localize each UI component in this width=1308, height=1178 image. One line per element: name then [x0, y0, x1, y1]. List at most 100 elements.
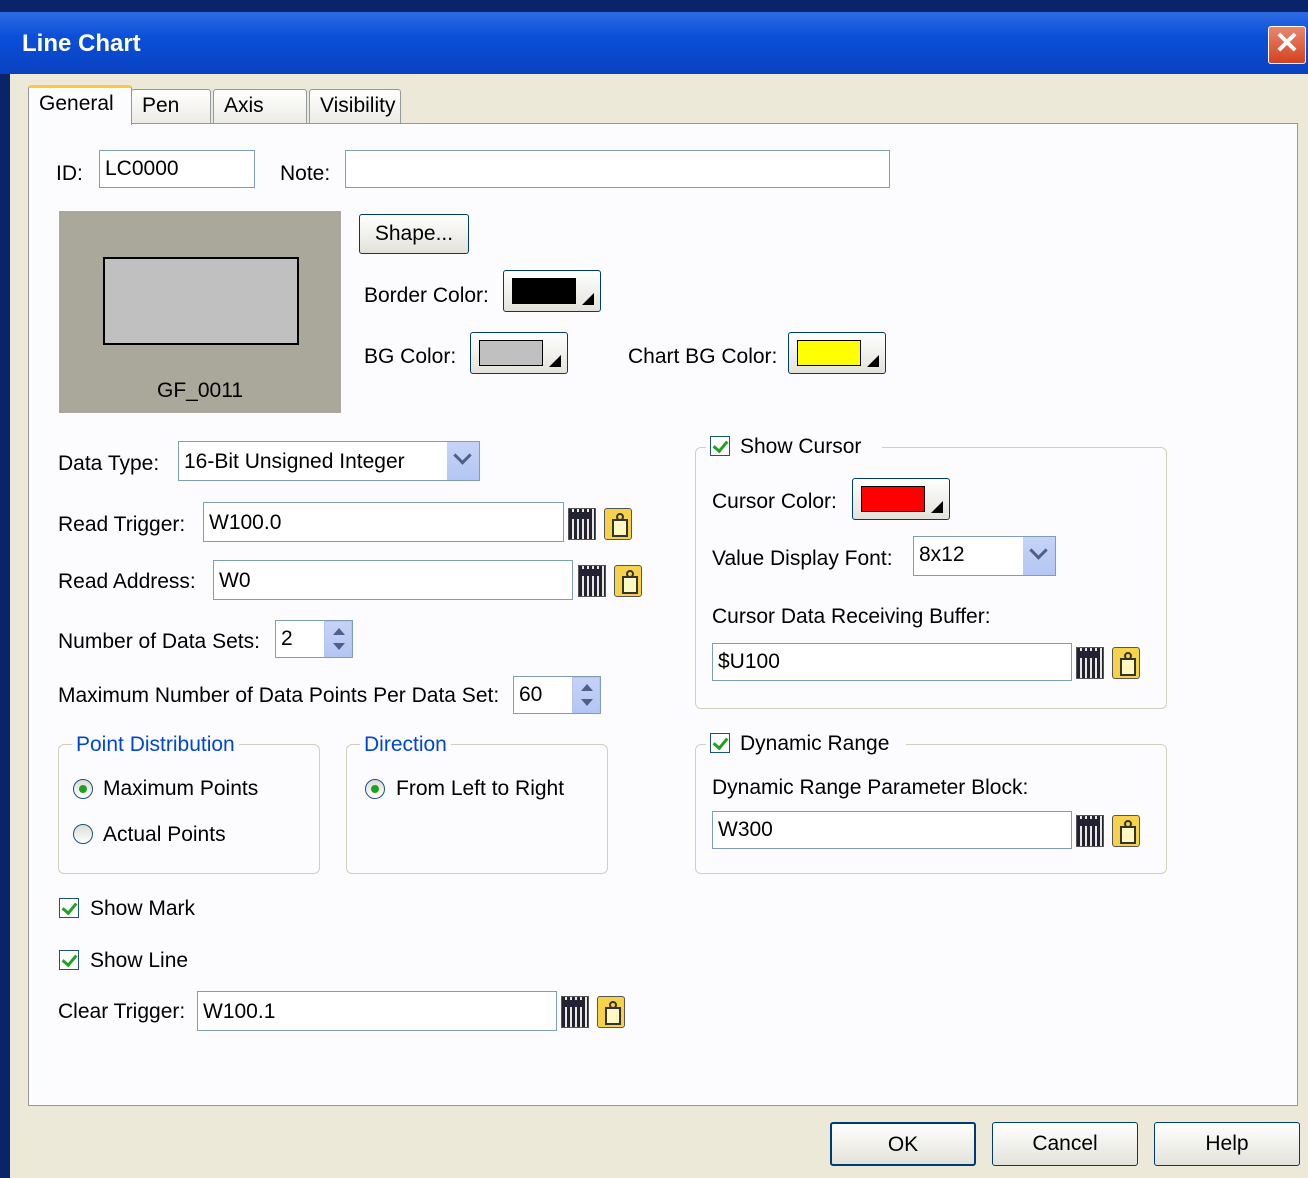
show-line-checkbox[interactable]	[59, 950, 79, 970]
calculator-icon[interactable]	[568, 508, 596, 540]
dropdown-triangle-icon	[867, 355, 879, 367]
num-data-sets-label: Number of Data Sets:	[58, 630, 260, 653]
direction-title: Direction	[360, 733, 451, 757]
value-font-select[interactable]: 8x12	[913, 536, 1056, 576]
spin-up-icon[interactable]	[333, 628, 345, 635]
note-label: Note:	[280, 162, 331, 185]
close-icon: ✕	[1274, 27, 1300, 60]
show-mark-checkbox[interactable]	[59, 898, 79, 918]
tab-label: Pen	[142, 94, 180, 117]
calculator-icon[interactable]	[578, 565, 606, 597]
chevron-down-icon	[453, 446, 472, 465]
clear-trigger-label: Clear Trigger:	[58, 1000, 186, 1023]
spin-up-icon[interactable]	[581, 684, 593, 691]
address-tag-icon[interactable]	[614, 565, 642, 597]
spin-down-icon[interactable]	[581, 699, 593, 706]
dynamic-range-label[interactable]: Dynamic Range	[740, 732, 889, 756]
read-trigger-field[interactable]: W100.0	[203, 502, 564, 542]
address-tag-icon[interactable]	[1112, 647, 1140, 679]
tab-general[interactable]: General	[28, 85, 132, 125]
tab-label: General	[39, 92, 114, 115]
window-title: Line Chart	[22, 30, 141, 57]
actual-points-radio[interactable]	[73, 824, 93, 844]
address-tag-icon[interactable]	[597, 996, 625, 1028]
value-font-dropdown-button[interactable]	[1022, 537, 1055, 575]
max-points-stepper[interactable]: 60	[513, 676, 601, 714]
note-field[interactable]	[345, 150, 890, 188]
value-font-value: 8x12	[919, 543, 965, 566]
read-address-label: Read Address:	[58, 570, 196, 593]
dynamic-range-checkbox[interactable]	[710, 733, 730, 753]
dynamic-range-group	[695, 744, 1167, 874]
address-tag-icon[interactable]	[604, 508, 632, 540]
data-type-label: Data Type:	[58, 452, 160, 475]
chart-bg-color-label: Chart BG Color:	[628, 345, 778, 368]
left-to-right-label[interactable]: From Left to Right	[396, 777, 564, 801]
spin-down-icon[interactable]	[333, 643, 345, 650]
read-address-field[interactable]: W0	[213, 560, 573, 600]
dropdown-triangle-icon	[582, 293, 594, 305]
point-distribution-group	[58, 744, 320, 874]
calculator-icon[interactable]	[561, 996, 589, 1028]
max-points-value: 60	[519, 683, 543, 706]
bg-color-picker[interactable]	[470, 332, 568, 374]
title-bar[interactable]	[0, 12, 1308, 74]
calculator-icon[interactable]	[1076, 815, 1104, 847]
tab-label: Axis	[224, 94, 264, 117]
num-data-sets-value: 2	[281, 627, 293, 650]
spin-buttons[interactable]	[572, 677, 600, 713]
maximum-points-label[interactable]: Maximum Points	[103, 777, 258, 801]
left-to-right-radio[interactable]	[365, 779, 385, 799]
address-tag-icon[interactable]	[1112, 815, 1140, 847]
spin-buttons[interactable]	[324, 621, 352, 657]
cursor-buffer-label: Cursor Data Receiving Buffer:	[712, 605, 991, 628]
chart-bg-color-swatch	[797, 340, 861, 366]
dropdown-triangle-icon	[931, 501, 943, 513]
dropdown-triangle-icon	[549, 355, 561, 367]
border-color-picker[interactable]	[503, 270, 601, 312]
id-field[interactable]: LC0000	[99, 150, 255, 188]
shape-preview: GF_0011	[58, 210, 342, 414]
show-cursor-checkbox[interactable]	[710, 436, 730, 456]
data-type-value: 16-Bit Unsigned Integer	[184, 450, 405, 473]
bg-color-swatch	[479, 340, 543, 366]
tab-axis[interactable]: Axis	[213, 89, 307, 123]
tab-label: Visibility	[320, 94, 396, 117]
shape-button[interactable]: Shape...	[359, 214, 469, 254]
preview-rectangle	[103, 257, 299, 345]
border-color-swatch	[512, 278, 576, 304]
num-data-sets-stepper[interactable]: 2	[275, 620, 353, 658]
value-font-label: Value Display Font:	[712, 547, 893, 570]
maximum-points-radio[interactable]	[73, 779, 93, 799]
data-type-select[interactable]: 16-Bit Unsigned Integer	[178, 441, 480, 481]
preview-name: GF_0011	[157, 379, 243, 402]
cursor-buffer-field[interactable]: $U100	[712, 643, 1072, 681]
show-line-label[interactable]: Show Line	[90, 949, 188, 973]
data-type-dropdown-button[interactable]	[446, 442, 479, 480]
max-points-label: Maximum Number of Data Points Per Data S…	[58, 684, 500, 707]
read-trigger-label: Read Trigger:	[58, 513, 186, 536]
id-label: ID:	[56, 162, 83, 185]
calculator-icon[interactable]	[1076, 647, 1104, 679]
chart-bg-color-picker[interactable]	[788, 332, 886, 374]
cursor-color-picker[interactable]	[852, 478, 950, 520]
border-color-label: Border Color:	[364, 284, 489, 307]
bg-color-label: BG Color:	[364, 345, 457, 368]
point-distribution-title: Point Distribution	[72, 733, 239, 757]
cancel-button[interactable]: Cancel	[992, 1122, 1138, 1166]
direction-group	[346, 744, 608, 874]
cursor-color-label: Cursor Color:	[712, 490, 837, 513]
actual-points-label[interactable]: Actual Points	[103, 823, 226, 847]
dynamic-block-label: Dynamic Range Parameter Block:	[712, 776, 1029, 799]
close-button[interactable]: ✕	[1268, 26, 1306, 64]
tab-visibility[interactable]: Visibility	[309, 89, 401, 123]
show-mark-label[interactable]: Show Mark	[90, 897, 195, 921]
tab-pen[interactable]: Pen	[131, 89, 211, 123]
ok-button[interactable]: OK	[830, 1122, 976, 1166]
chevron-down-icon	[1029, 541, 1048, 560]
dynamic-block-field[interactable]: W300	[712, 811, 1072, 849]
cursor-color-swatch	[861, 486, 925, 512]
help-button[interactable]: Help	[1154, 1122, 1300, 1166]
clear-trigger-field[interactable]: W100.1	[197, 991, 557, 1031]
show-cursor-label[interactable]: Show Cursor	[740, 435, 861, 459]
